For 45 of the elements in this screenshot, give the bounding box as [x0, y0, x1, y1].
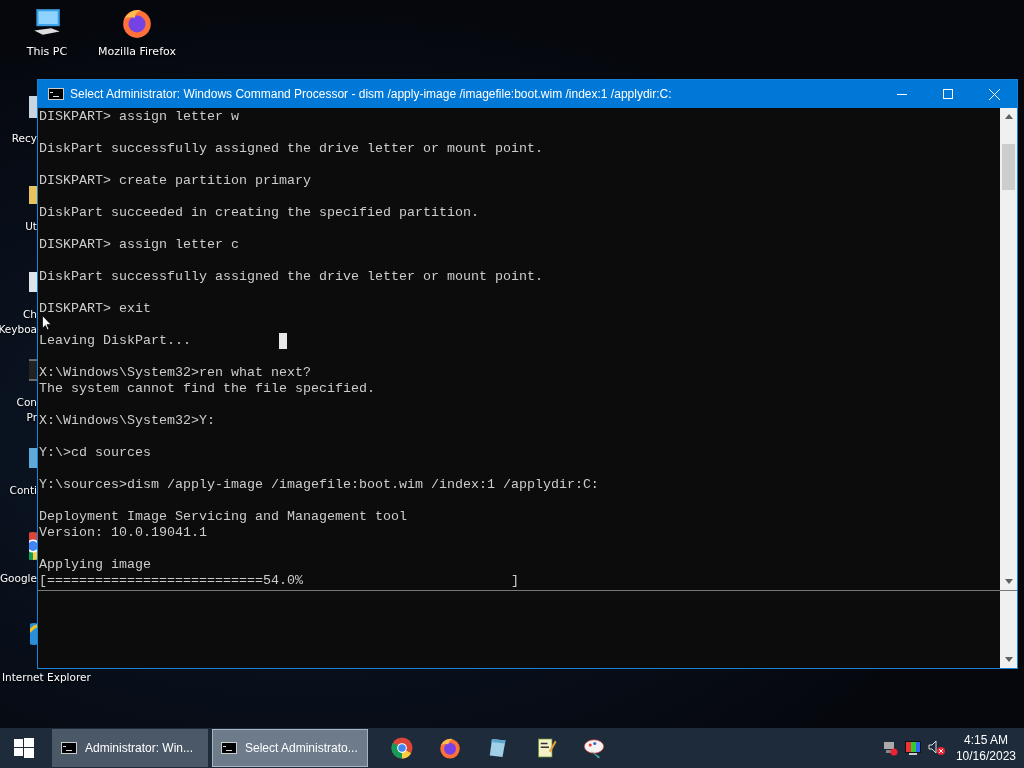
console-line: DiskPart successfully assigned the drive letter or mount point. — [39, 269, 543, 285]
display-tray-icon[interactable] — [903, 740, 922, 756]
close-icon — [988, 88, 1000, 100]
taskbar-clock[interactable]: 4:15 AM 10/16/2023 — [955, 732, 1016, 764]
windows-logo-icon — [14, 738, 34, 758]
speaker-tray-icon[interactable] — [927, 740, 946, 756]
taskbar-task-button[interactable]: Select Administrato... — [212, 729, 368, 767]
scrollbar[interactable] — [1000, 591, 1017, 668]
console-icon — [48, 88, 64, 100]
scrollbar[interactable] — [1000, 108, 1017, 590]
console-line: DiskPart succeeded in creating the specified partition. — [39, 205, 479, 221]
window-title: Select Administrator: Windows Command Processor - dism /apply-image /imagefile:boot.wim /index:1 /applydir:C: — [70, 87, 673, 101]
console-line: Version: 10.0.19041.1 — [39, 525, 207, 541]
maximize-icon — [943, 89, 953, 99]
desktop-icon-label: Ch — [23, 307, 37, 322]
desktop-icon-label: Internet Explorer — [2, 670, 91, 685]
console-line: DISKPART> exit — [39, 301, 151, 317]
taskbar-task-button[interactable]: Administrator: Win... — [52, 729, 208, 767]
console-line: Y:\sources>dism /apply-image /imagefile:boot.wim /index:1 /applydir:C: — [39, 477, 599, 493]
console-line: DISKPART> assign letter c — [39, 237, 239, 253]
desktop-icon-label: Keyboa — [0, 322, 37, 337]
console-icon — [221, 742, 237, 754]
desktop-icon-label: Conti — [9, 483, 37, 498]
console-line: DISKPART> create partition primary — [39, 173, 311, 189]
console-line: DiskPart successfully assigned the drive letter or mount point. — [39, 141, 543, 157]
desktop-icon-label: Pr — [26, 410, 37, 425]
console-line: Deployment Image Servicing and Management tool — [39, 509, 407, 525]
scroll-thumb[interactable] — [1002, 144, 1015, 190]
console-line: X:\Windows\System32>ren what next? — [39, 365, 311, 381]
desktop-icon-label: Ut — [25, 219, 37, 234]
console-line: Applying image — [39, 557, 151, 573]
desktop-icon-label: Google — [0, 571, 37, 586]
network-tray-icon[interactable] — [881, 740, 898, 756]
console-line: DISKPART> assign letter w — [39, 109, 239, 125]
desktop-icon-label: Mozilla Firefox — [98, 44, 176, 59]
desktop-icon-label: Recy — [11, 131, 37, 146]
console-line: [===========================54.0% ] — [39, 573, 519, 589]
console-line: The system cannot find the file specified. — [39, 381, 375, 397]
console-line: Leaving DiskPart... — [39, 333, 191, 349]
mouse-pointer-icon — [42, 315, 52, 331]
desktop-icon-label: This PC — [26, 44, 68, 59]
console-line: X:\Windows\System32>Y: — [39, 413, 215, 429]
desktop-icon-label: Con — [16, 395, 37, 410]
console-line: Y:\>cd sources — [39, 445, 151, 461]
console-icon — [61, 742, 77, 754]
